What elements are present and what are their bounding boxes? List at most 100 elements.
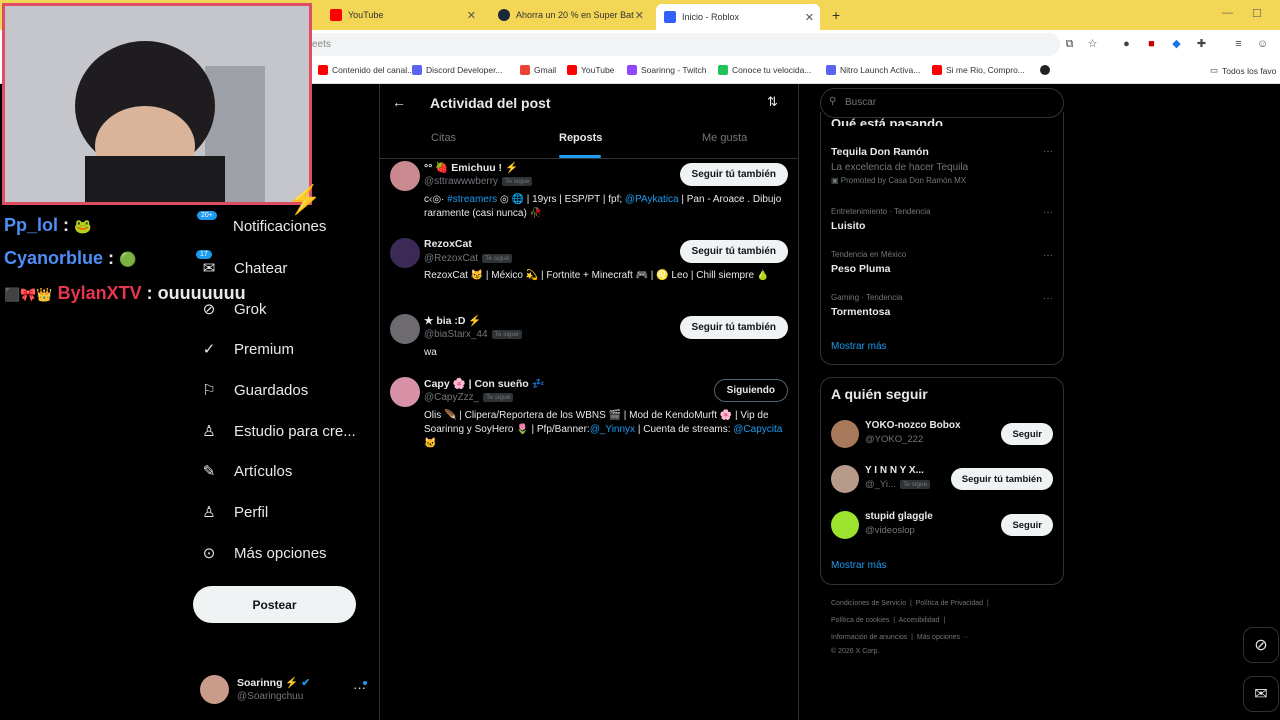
nav-more-options[interactable]: ⊙ Más opciones <box>200 544 327 563</box>
show-more-trends-link[interactable]: Mostrar más <box>831 341 887 352</box>
bookmark-item[interactable]: Gmail <box>520 65 556 75</box>
footer-link[interactable]: Política de Privacidad <box>916 600 983 607</box>
nav-chat[interactable]: ✉ 17 Chatear <box>196 250 287 277</box>
address-bar[interactable]: eets <box>300 33 1060 56</box>
chat-separator: : <box>58 215 70 235</box>
trend-category: Entretenimiento · Tendencia <box>831 207 931 216</box>
follow-back-button[interactable]: Seguir tú también <box>679 163 788 186</box>
bio-link[interactable]: #streamers <box>447 194 497 205</box>
bookmark-item[interactable]: YouTube <box>567 65 614 75</box>
tab-likes[interactable]: Me gusta <box>702 132 747 144</box>
trend-item[interactable]: Tendencia en México Peso Pluma ··· <box>831 250 1053 275</box>
tab-steam[interactable]: Ahorra un 20 % en Super Battle... ✕ <box>490 4 650 26</box>
close-icon[interactable]: ✕ <box>805 11 814 24</box>
extension-2-icon[interactable]: ■ <box>1145 38 1158 51</box>
tab-youtube[interactable]: YouTube ✕ <box>322 4 482 26</box>
new-tab-button[interactable]: + <box>824 4 844 26</box>
trend-item[interactable]: Tequila Don Ramón La excelencia de hacer… <box>831 146 1053 185</box>
bookmark-item[interactable] <box>1040 65 1050 75</box>
promoted-text: Promoted by Casa Don Ramón MX <box>840 176 967 185</box>
follow-button[interactable]: Seguir <box>1001 514 1053 536</box>
avatar <box>390 238 420 268</box>
install-app-icon[interactable]: ⧉ <box>1063 38 1076 51</box>
bookmark-item[interactable]: Soarinng - Twitch <box>627 65 707 75</box>
nav-notifications[interactable]: Notificaciones <box>233 218 326 235</box>
bookmark-item[interactable]: Si me Rio, Compro... <box>932 65 1025 75</box>
bookmark-item[interactable]: Discord Developer... <box>412 65 503 75</box>
avatar <box>390 161 420 191</box>
nav-profile[interactable]: ♙ Perfil <box>200 503 268 522</box>
more-icon[interactable]: ··· <box>1043 293 1053 304</box>
more-icon[interactable]: ··· <box>1043 250 1053 261</box>
trend-item[interactable]: Gaming · Tendencia Tormentosa ··· <box>831 293 1053 318</box>
nav-articles[interactable]: ✎ Artículos <box>200 462 293 481</box>
footer-link[interactable]: Accesibilidad <box>899 617 940 624</box>
bookmark-label: Soarinng - Twitch <box>641 65 707 75</box>
footer-link[interactable]: Información de anuncios <box>831 634 907 641</box>
bio-link[interactable]: @PAykatica <box>625 194 679 205</box>
bio-link[interactable]: @_Yinnyx <box>590 424 635 435</box>
star-icon[interactable]: ☆ <box>1086 38 1099 51</box>
close-icon[interactable]: ✕ <box>635 9 644 22</box>
trend-category: Tendencia en México <box>831 250 907 259</box>
tab-reposts[interactable]: Reposts <box>559 132 602 144</box>
user-row[interactable]: Capy 🌸 | Con sueño 💤 @CapyZzz_ Te sigue S… <box>390 377 790 457</box>
nav-creator-studio[interactable]: ♙ Estudio para cre... <box>200 422 355 441</box>
bio-link[interactable]: @Capycita <box>733 424 782 435</box>
follow-back-button[interactable]: Seguir tú también <box>950 468 1053 490</box>
more-icon[interactable]: ··· <box>1043 146 1053 157</box>
user-handle: @_Yi... <box>865 479 896 490</box>
grok-fab-icon[interactable]: ⊘ <box>1243 627 1279 663</box>
footer-link[interactable]: Condiciones de Servicio <box>831 600 906 607</box>
promoted-icon: ▣ <box>831 176 841 185</box>
bookmark-item[interactable]: Contenido del canal... <box>318 65 414 75</box>
show-more-follow-link[interactable]: Mostrar más <box>831 560 887 571</box>
bookmark-favicon-icon <box>932 65 942 75</box>
suggested-user[interactable]: YOKO-nozco Bobox @YOKO_222 Seguir <box>831 420 1053 450</box>
follow-button[interactable]: Seguir <box>1001 423 1053 445</box>
following-button[interactable]: Siguiendo <box>713 379 788 402</box>
nav-grok[interactable]: ⊘ Grok <box>200 300 267 319</box>
extensions-icon[interactable]: ✚ <box>1195 38 1208 51</box>
profile-icon[interactable]: ☺ <box>1256 38 1269 51</box>
verified-icon: ✓ <box>202 341 216 358</box>
minimize-icon[interactable]: — <box>1222 7 1233 19</box>
tab-quotes[interactable]: Citas <box>431 132 456 144</box>
account-switcher[interactable]: Soarinng ⚡ ✔ @Soaringchuu ··· <box>200 674 370 706</box>
bookmark-favicon-icon <box>826 65 836 75</box>
user-handle-line: @RezoxCat Te sigue <box>424 253 513 264</box>
tab-roblox[interactable]: Inicio - Roblox ✕ <box>656 4 820 30</box>
more-icon[interactable]: ··· <box>1043 207 1053 218</box>
extension-1-icon[interactable]: ● <box>1120 38 1133 51</box>
user-row[interactable]: °° 🍓 Emichuu ! ⚡ @sttrawwwberry Te sigue … <box>390 161 790 229</box>
settings-sliders-icon[interactable]: ⇅ <box>767 94 778 110</box>
suggested-user[interactable]: stupid glaggle @videoslop Seguir <box>831 511 1053 541</box>
search-placeholder: Buscar <box>845 97 877 108</box>
media-icon[interactable]: ≡ <box>1232 38 1245 51</box>
follow-back-button[interactable]: Seguir tú también <box>679 316 788 339</box>
extension-3-icon[interactable]: ◆ <box>1170 38 1183 51</box>
user-row[interactable]: RezoxCat @RezoxCat Te sigue Seguir tú tam… <box>390 238 790 306</box>
footer-link[interactable]: Política de cookies <box>831 617 889 624</box>
suggested-user[interactable]: Y I N N Y X... @_Yi... Te sigue Seguir tú… <box>831 465 1053 495</box>
post-button[interactable]: Postear <box>193 586 356 623</box>
verified-icon: ✔ <box>301 677 311 689</box>
messages-fab-icon[interactable]: ✉ <box>1243 676 1279 712</box>
all-bookmarks[interactable]: ▭ Todos los favo <box>1210 65 1276 76</box>
account-name-text: Soarinng ⚡ <box>237 677 299 689</box>
bookmark-item[interactable]: Nitro Launch Activa... <box>826 65 920 75</box>
webcam-overlay <box>2 3 312 205</box>
maximize-icon[interactable]: ☐ <box>1252 7 1262 20</box>
follow-back-button[interactable]: Seguir tú también <box>679 240 788 263</box>
user-row[interactable]: ★ bia :D ⚡ @biaStarx_44 Te sigue Seguir t… <box>390 314 790 364</box>
tab-title: Inicio - Roblox <box>682 12 740 22</box>
trend-item[interactable]: Entretenimiento · Tendencia Luisito ··· <box>831 207 1053 232</box>
bookmark-favicon-icon <box>567 65 577 75</box>
bookmark-item[interactable]: Conoce tu velocida... <box>718 65 811 75</box>
back-arrow-icon[interactable]: ← <box>392 94 406 110</box>
nav-premium[interactable]: ✓ Premium <box>200 340 294 359</box>
page-title: Actividad del post <box>430 95 551 111</box>
nav-bookmarks[interactable]: ⚐ Guardados <box>200 381 308 400</box>
close-icon[interactable]: ✕ <box>467 9 476 22</box>
footer-link[interactable]: Más opciones ··· <box>917 634 969 641</box>
